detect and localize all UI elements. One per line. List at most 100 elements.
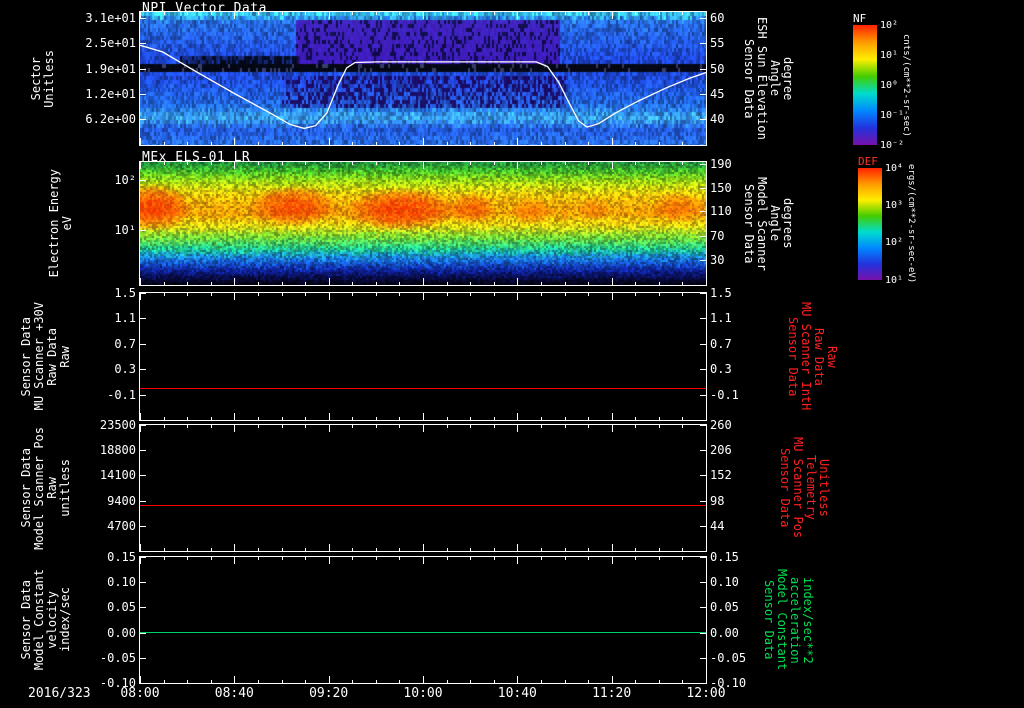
y-tick-label: 1.1 xyxy=(710,311,756,325)
x-tick-mark xyxy=(164,12,165,15)
y-tick-label: 0.3 xyxy=(710,362,756,376)
x-tick-mark xyxy=(376,557,377,560)
y-tick-mark xyxy=(700,395,706,396)
colorbar-nf xyxy=(853,25,877,145)
x-tick-mark xyxy=(423,557,424,564)
y-tick-mark xyxy=(140,475,146,476)
x-tick-mark xyxy=(659,548,660,551)
x-tick-mark xyxy=(517,425,518,432)
y-tick-mark xyxy=(700,658,706,659)
x-tick-mark xyxy=(565,293,566,296)
x-tick-mark xyxy=(635,162,636,165)
x-tick-mark xyxy=(423,293,424,300)
y-tick-label: 98 xyxy=(710,494,756,508)
x-tick-mark xyxy=(305,12,306,15)
x-tick-mark xyxy=(682,293,683,296)
x-tick-mark xyxy=(494,142,495,145)
right-label-line: degree xyxy=(781,57,794,100)
x-tick-mark xyxy=(706,162,707,169)
x-tick-label: 10:00 xyxy=(400,686,446,701)
x-tick-mark xyxy=(282,548,283,551)
y-tick-label: 0.00 xyxy=(710,626,756,640)
x-tick-mark xyxy=(282,417,283,420)
y-tick-mark xyxy=(140,633,146,634)
y-tick-label: -0.05 xyxy=(710,651,756,665)
x-tick-mark xyxy=(447,557,448,560)
x-tick-mark xyxy=(565,162,566,165)
x-tick-mark xyxy=(706,138,707,145)
x-tick-mark xyxy=(565,282,566,285)
x-tick-mark xyxy=(282,425,283,428)
colorbar-tick-label: 10³ xyxy=(885,200,903,211)
y-tick-mark xyxy=(140,369,146,370)
x-tick-mark xyxy=(234,138,235,145)
x-tick-mark xyxy=(423,676,424,683)
colorbar-tick-label: 10¹ xyxy=(885,275,903,286)
x-tick-mark xyxy=(352,12,353,15)
x-tick-mark xyxy=(517,12,518,19)
x-tick-mark xyxy=(140,425,141,432)
x-tick-mark xyxy=(305,425,306,428)
x-tick-mark xyxy=(376,12,377,15)
x-tick-mark xyxy=(470,680,471,683)
x-tick-mark xyxy=(305,162,306,165)
colorbar-tick-label: 10² xyxy=(885,237,903,248)
x-tick-mark xyxy=(470,548,471,551)
x-tick-mark xyxy=(234,162,235,169)
x-tick-mark xyxy=(187,548,188,551)
x-tick-mark xyxy=(140,557,141,564)
x-tick-mark xyxy=(376,548,377,551)
x-tick-mark xyxy=(635,142,636,145)
y-tick-label: 1.2e+01 xyxy=(80,87,136,101)
x-tick-mark xyxy=(494,12,495,15)
y-tick-mark xyxy=(140,180,146,181)
y-tick-label: 0.7 xyxy=(710,337,756,351)
x-tick-mark xyxy=(305,417,306,420)
y-tick-mark xyxy=(700,450,706,451)
colorbar2-unit: ergs/(cm**2-sr-sec-eV) xyxy=(904,168,917,280)
x-tick-mark xyxy=(494,282,495,285)
ylabel-line: index/sec xyxy=(59,587,72,652)
x-tick-mark xyxy=(164,425,165,428)
x-tick-mark xyxy=(541,425,542,428)
x-tick-mark xyxy=(352,293,353,296)
x-tick-mark xyxy=(187,162,188,165)
x-tick-mark xyxy=(565,142,566,145)
x-tick-mark xyxy=(447,293,448,296)
x-tick-mark xyxy=(517,413,518,420)
y-tick-label: 0.10 xyxy=(80,575,136,589)
x-tick-mark xyxy=(612,12,613,19)
x-tick-mark xyxy=(329,162,330,169)
y-tick-label: 9400 xyxy=(80,494,136,508)
x-tick-mark xyxy=(588,142,589,145)
y-tick-mark xyxy=(700,526,706,527)
x-tick-mark xyxy=(376,417,377,420)
y-tick-mark xyxy=(700,318,706,319)
y-tick-label: 40 xyxy=(710,112,756,126)
x-tick-mark xyxy=(659,293,660,296)
x-tick-mark xyxy=(565,12,566,15)
x-tick-mark xyxy=(682,142,683,145)
x-tick-mark xyxy=(187,417,188,420)
x-tick-mark xyxy=(588,548,589,551)
x-tick-mark xyxy=(187,425,188,428)
x-tick-mark xyxy=(399,557,400,560)
x-tick-mark xyxy=(565,417,566,420)
right-label-line: MU Scanner IntH xyxy=(799,302,812,410)
x-tick-mark xyxy=(282,142,283,145)
model-scanner-pos-plot-area xyxy=(140,425,706,551)
y-tick-label: 18800 xyxy=(80,443,136,457)
x-tick-mark xyxy=(164,282,165,285)
y-tick-label: 30 xyxy=(710,253,756,267)
x-tick-mark xyxy=(682,12,683,15)
x-tick-mark xyxy=(423,162,424,169)
x-tick-mark xyxy=(211,293,212,296)
x-tick-mark xyxy=(329,293,330,300)
x-tick-mark xyxy=(329,278,330,285)
x-tick-mark xyxy=(258,142,259,145)
y-tick-label: -0.1 xyxy=(80,388,136,402)
x-tick-mark xyxy=(234,425,235,432)
x-tick-mark xyxy=(140,293,141,300)
y-tick-label: 4700 xyxy=(80,519,136,533)
y-tick-label: 150 xyxy=(710,181,756,195)
